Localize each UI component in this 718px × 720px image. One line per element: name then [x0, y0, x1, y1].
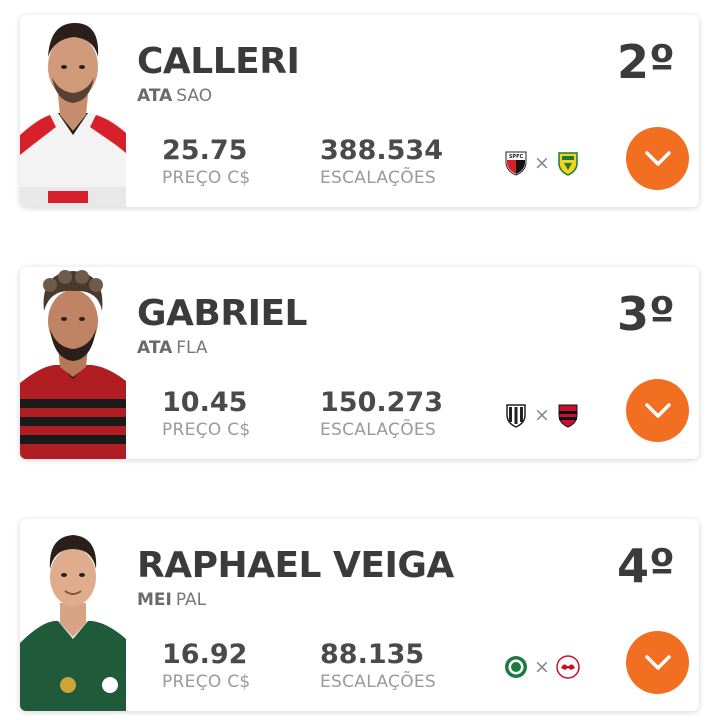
expand-button[interactable] — [626, 379, 689, 442]
player-position: ATA — [137, 86, 173, 106]
player-photo — [20, 267, 126, 459]
cuiaba-crest-icon — [558, 152, 578, 176]
price-value: 16.92 — [162, 639, 248, 670]
player-team: FLA — [176, 338, 208, 358]
picks-value: 150.273 — [320, 387, 443, 418]
player-position-team: ATA FLA — [137, 338, 208, 358]
price-label: PREÇO C$ — [162, 168, 251, 188]
match-separator: × — [534, 152, 550, 174]
price-stat: 16.92 PREÇO C$ — [162, 639, 251, 693]
player-ranking-list: CALLERI ATA SAO 2º 25.75 PREÇO C$ 388.534… — [0, 0, 718, 720]
player-name: RAPHAEL VEIGA — [137, 545, 454, 586]
next-match: × — [504, 653, 580, 681]
player-position-team: MEI PAL — [137, 590, 206, 610]
picks-value: 388.534 — [320, 135, 443, 166]
player-rank: 4º — [617, 539, 675, 593]
player-rank: 3º — [617, 287, 675, 341]
player-rank: 2º — [617, 35, 675, 89]
next-match: SPFC × — [504, 149, 580, 177]
sao-paulo-crest-icon: SPFC — [505, 151, 527, 176]
player-card[interactable]: GABRIEL ATA FLA 3º 10.45 PREÇO C$ 150.273… — [20, 267, 699, 459]
player-photo — [20, 519, 126, 711]
player-name: CALLERI — [137, 41, 300, 82]
price-value: 25.75 — [162, 135, 248, 166]
chevron-down-icon — [644, 150, 671, 166]
expand-button[interactable] — [626, 631, 689, 694]
svg-text:SPFC: SPFC — [509, 154, 524, 160]
ceara-crest-icon — [506, 404, 526, 428]
player-card[interactable]: RAPHAEL VEIGA MEI PAL 4º 16.92 PREÇO C$ 8… — [20, 519, 699, 711]
player-position: MEI — [137, 590, 172, 610]
player-team: SAO — [176, 86, 213, 106]
player-photo — [20, 15, 126, 207]
flamengo-crest-icon — [558, 404, 578, 428]
picks-label: ESCALAÇÕES — [320, 672, 437, 692]
price-value: 10.45 — [162, 387, 248, 418]
picks-stat: 150.273 ESCALAÇÕES — [320, 387, 443, 441]
picks-label: ESCALAÇÕES — [320, 168, 437, 188]
price-stat: 10.45 PREÇO C$ — [162, 387, 251, 441]
price-label: PREÇO C$ — [162, 672, 251, 692]
price-stat: 25.75 PREÇO C$ — [162, 135, 251, 189]
match-separator: × — [534, 656, 550, 678]
chevron-down-icon — [644, 654, 671, 670]
bragantino-crest-icon — [556, 655, 580, 679]
player-position-team: ATA SAO — [137, 86, 212, 106]
next-match: × — [504, 401, 580, 429]
expand-button[interactable] — [626, 127, 689, 190]
price-label: PREÇO C$ — [162, 420, 251, 440]
match-separator: × — [534, 404, 550, 426]
player-name: GABRIEL — [137, 293, 308, 334]
picks-stat: 388.534 ESCALAÇÕES — [320, 135, 443, 189]
palmeiras-crest-icon — [505, 656, 527, 678]
player-card[interactable]: CALLERI ATA SAO 2º 25.75 PREÇO C$ 388.534… — [20, 15, 699, 207]
picks-stat: 88.135 ESCALAÇÕES — [320, 639, 436, 693]
chevron-down-icon — [644, 402, 671, 418]
picks-label: ESCALAÇÕES — [320, 420, 437, 440]
player-team: PAL — [175, 590, 207, 610]
picks-value: 88.135 — [320, 639, 425, 670]
player-position: ATA — [137, 338, 173, 358]
